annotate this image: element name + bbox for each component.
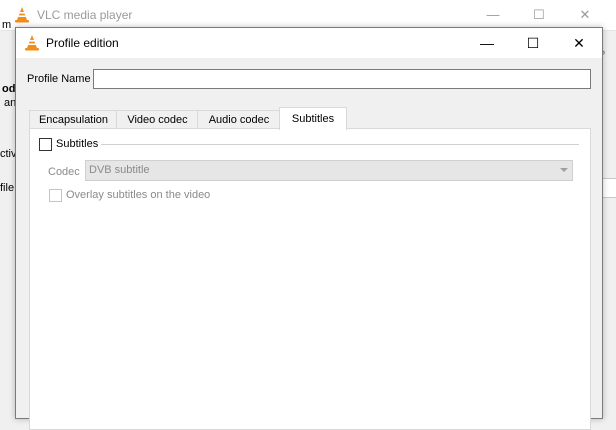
dialog-titlebar: Profile edition — ☐ ✕ — [16, 28, 602, 58]
codec-select[interactable]: DVB subtitle — [85, 160, 573, 181]
subtitles-checkbox[interactable] — [39, 138, 52, 151]
chevron-down-icon — [560, 168, 568, 172]
codec-select-value: DVB subtitle — [89, 164, 150, 176]
profile-name-input[interactable] — [93, 69, 591, 89]
vlc-cone-icon — [15, 7, 29, 23]
overlay-checkbox[interactable] — [49, 189, 62, 202]
vlc-cone-icon — [25, 35, 39, 51]
codec-label: Codec — [48, 166, 80, 178]
vlc-maximize-button[interactable]: ☐ — [516, 4, 562, 26]
vlc-minimize-button[interactable]: — — [470, 4, 516, 26]
subtitles-checkbox-label: Subtitles — [56, 138, 99, 150]
close-button[interactable]: ✕ — [556, 28, 602, 58]
tab-audio-codec[interactable]: Audio codec — [197, 110, 281, 129]
tab-encapsulation[interactable]: Encapsulation — [29, 110, 118, 129]
bg-text-fragment: file — [0, 182, 15, 194]
bg-field-fragment — [601, 178, 616, 198]
minimize-button[interactable]: — — [464, 28, 510, 58]
bg-text-fragment: m — [2, 19, 12, 31]
group-divider — [101, 144, 579, 145]
profile-edition-dialog: Profile edition — ☐ ✕ Profile Name Encap… — [15, 27, 603, 430]
overlay-checkbox-label: Overlay subtitles on the video — [66, 189, 211, 201]
dialog-title: Profile edition — [46, 36, 119, 50]
tab-video-codec[interactable]: Video codec — [116, 110, 199, 129]
tab-subtitles[interactable]: Subtitles — [279, 107, 347, 130]
subtitles-panel: Subtitles Codec DVB subtitle Overlay sub… — [29, 128, 591, 430]
profile-name-label: Profile Name — [27, 73, 91, 85]
vlc-window-title: VLC media player — [37, 8, 133, 22]
vlc-close-button[interactable]: ✕ — [562, 4, 608, 26]
maximize-button[interactable]: ☐ — [510, 28, 556, 58]
